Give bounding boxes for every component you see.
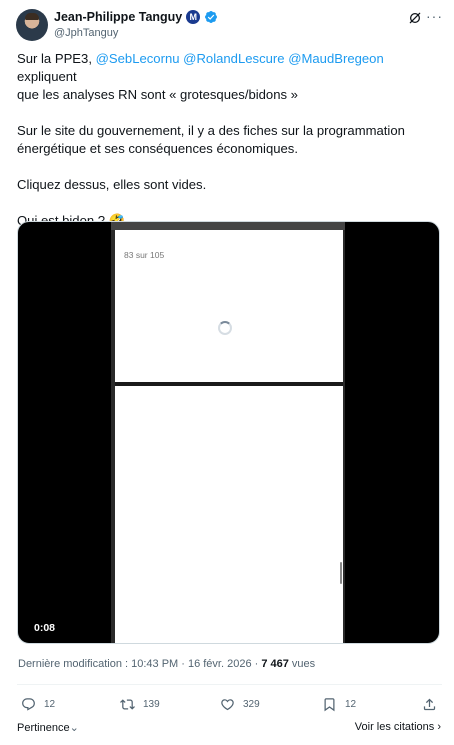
heart-icon bbox=[221, 699, 234, 711]
mention-link[interactable]: @MaudBregeon bbox=[288, 51, 384, 66]
chevron-right-icon: › bbox=[437, 721, 441, 733]
chevron-down-icon: ⌄ bbox=[69, 722, 79, 734]
bookmark-icon bbox=[324, 698, 335, 712]
grok-icon[interactable] bbox=[408, 11, 422, 25]
text-span: Sur la PPE3, bbox=[17, 51, 92, 66]
timestamp[interactable]: Dernière modification : 10:43 PM · 16 fé… bbox=[18, 658, 261, 670]
reply-icon bbox=[22, 698, 35, 711]
like-button[interactable]: 329 bbox=[220, 697, 260, 712]
author-name-row: Jean-Philippe Tanguy M bbox=[54, 10, 218, 24]
repost-icon bbox=[120, 699, 135, 710]
more-options-icon[interactable]: ··· bbox=[426, 9, 442, 25]
tweet-body: Sur la PPE3, @SebLecornu @RolandLescure … bbox=[17, 50, 441, 230]
views-label: vues bbox=[288, 658, 316, 670]
video-frame: 83 sur 105 bbox=[111, 222, 345, 643]
mention-link[interactable]: @SebLecornu bbox=[96, 51, 180, 66]
scrollbar-handle bbox=[340, 562, 342, 584]
bookmark-count: 12 bbox=[345, 699, 357, 710]
avatar[interactable] bbox=[16, 9, 48, 41]
tweet-line: que les analyses RN sont « grotesques/bi… bbox=[17, 87, 298, 102]
tweet-line: Cliquez dessus, elles sont vides. bbox=[17, 177, 207, 192]
video-top-bar bbox=[111, 222, 345, 230]
document-page-panel: 83 sur 105 bbox=[115, 230, 343, 382]
view-count: 7 467 bbox=[261, 658, 289, 670]
tweet-header: Jean-Philippe Tanguy M @JphTanguy ··· bbox=[16, 9, 442, 43]
author-handle[interactable]: @JphTanguy bbox=[54, 27, 118, 39]
video-duration: 0:08 bbox=[34, 622, 56, 634]
view-quotes-link[interactable]: Voir les citations › bbox=[355, 721, 441, 733]
like-count: 329 bbox=[243, 699, 260, 710]
video-player[interactable]: 83 sur 105 0:08 bbox=[17, 221, 440, 644]
mention-link[interactable]: @RolandLescure bbox=[183, 51, 284, 66]
share-icon bbox=[423, 698, 436, 711]
page-counter: 83 sur 105 bbox=[124, 250, 165, 260]
share-button[interactable] bbox=[422, 697, 437, 712]
tweet-metadata: Dernière modification : 10:43 PM · 16 fé… bbox=[18, 658, 315, 670]
loading-spinner-icon bbox=[218, 321, 232, 335]
sort-label: Pertinence bbox=[17, 722, 70, 734]
repost-count: 139 bbox=[143, 699, 160, 710]
repost-button[interactable]: 139 bbox=[120, 697, 160, 712]
tweet-line: Sur le site du gouvernement, il y a des … bbox=[17, 123, 405, 138]
tweet-line: Sur la PPE3, @SebLecornu @RolandLescure … bbox=[17, 50, 441, 86]
sort-dropdown[interactable]: Pertinence⌄ bbox=[17, 721, 79, 734]
divider bbox=[17, 684, 442, 685]
text-span: expliquent bbox=[17, 69, 77, 84]
view-quotes-label: Voir les citations bbox=[354, 721, 435, 733]
action-bar: 12 139 329 12 bbox=[17, 697, 443, 713]
bookmark-button[interactable]: 12 bbox=[322, 697, 356, 712]
reply-button[interactable]: 12 bbox=[21, 697, 55, 712]
verified-badge-icon[interactable] bbox=[204, 10, 218, 24]
blank-page-panel bbox=[115, 386, 343, 643]
reply-count: 12 bbox=[44, 699, 56, 710]
affiliation-badge-icon[interactable]: M bbox=[186, 10, 201, 24]
author-display-name[interactable]: Jean-Philippe Tanguy bbox=[54, 10, 182, 24]
replies-footer: Pertinence⌄ Voir les citations › bbox=[17, 721, 441, 737]
tweet-line: énergétique et ses conséquences économiq… bbox=[17, 141, 298, 156]
